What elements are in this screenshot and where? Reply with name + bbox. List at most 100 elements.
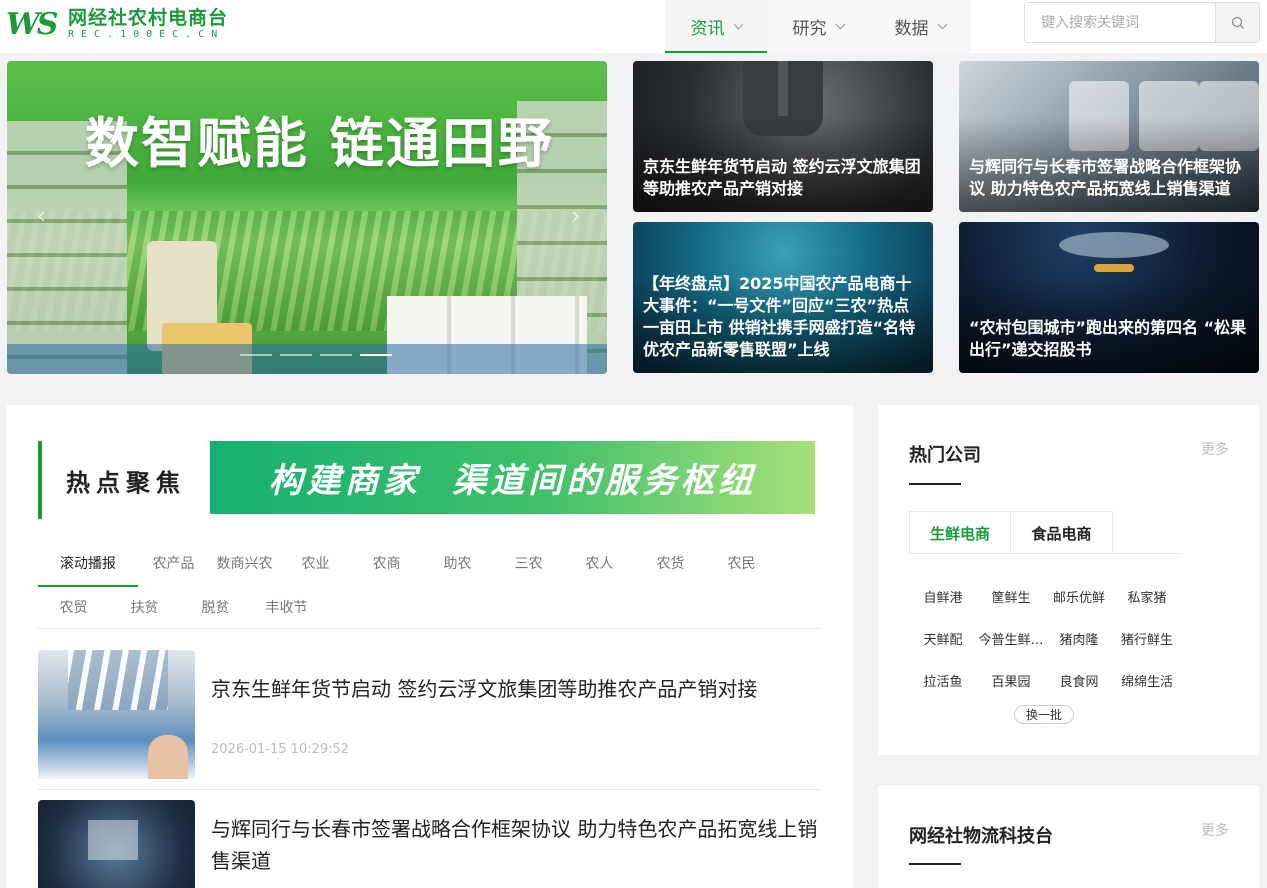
company-link[interactable]: 私家猪 [1113,575,1181,617]
feature-card[interactable]: 京东生鲜年货节启动 签约云浮文旅集团等助推农产品产销对接 [633,61,933,212]
nav-news[interactable]: 资讯 [665,0,767,53]
company-link[interactable]: 筐鲜生 [977,575,1045,617]
news-item[interactable]: 与辉同行与长春市签署战略合作框架协议 助力特色农产品拓宽线上销售渠道 [38,800,822,888]
company-link[interactable]: 良食网 [1045,659,1113,701]
company-tabs: 生鲜电商 食品电商 [909,511,1181,554]
feature-card-caption: 【年终盘点】2025中国农产品电商十大事件：“一号文件”回应“三农”热点 一亩田… [643,274,916,359]
carousel-dot[interactable] [240,354,272,356]
card-image [1094,264,1134,272]
tab-farmers[interactable]: 农民 [706,541,777,585]
hot-focus-banner[interactable]: 构建商家 渠道间的服务枢纽 [210,441,815,514]
tab-agriculture[interactable]: 农业 [280,541,351,585]
company-link[interactable]: 百果园 [977,659,1045,701]
thumbnail-image [88,820,138,860]
divider [38,789,822,790]
feature-card[interactable]: 【年终盘点】2025中国农产品电商十大事件：“一号文件”回应“三农”热点 一亩田… [633,222,933,373]
card-image [778,61,788,116]
company-link[interactable]: 天鲜配 [909,617,977,659]
carousel-dot[interactable] [280,354,312,356]
hot-focus-label: 热点聚焦 [38,441,210,519]
logistics-title: 网经社物流科技台 [909,826,1053,847]
tab-food-ecommerce[interactable]: 食品电商 [1011,511,1113,554]
news-title[interactable]: 与辉同行与长春市签署战略合作框架协议 助力特色农产品拓宽线上销售渠道 [211,813,822,877]
tab-three-rural[interactable]: 三农 [493,541,564,585]
hot-focus-panel: 热点聚焦 构建商家 渠道间的服务枢纽 滚动播报 农产品 数商兴农 农业 农商 助… [7,405,853,888]
title-underline [909,483,961,485]
thumbnail-image [68,650,168,710]
nav-research-label: 研究 [792,19,827,39]
company-list: 自鲜港 筐鲜生 邮乐优鲜 私家猪 天鲜配 今普生鲜… 猪肉隆 猪行鲜生 拉活鱼 … [909,575,1181,701]
main-nav: 资讯 研究 数据 [665,0,971,53]
tab-poverty-aid[interactable]: 扶贫 [109,585,180,629]
tab-agri-products[interactable]: 农产品 [138,541,209,585]
card-image [1059,232,1169,258]
logo-text: 网经社农村电商台 REC.100EC.CN [68,7,228,41]
tab-agri-trade[interactable]: 农贸 [38,585,109,629]
chevron-right-icon [568,211,578,221]
search-input[interactable] [1025,3,1215,42]
chevron-down-icon [835,19,845,30]
company-link[interactable]: 猪行鲜生 [1113,617,1181,659]
tab-poverty-exit[interactable]: 脱贫 [180,585,251,629]
tab-agri-goods[interactable]: 农货 [635,541,706,585]
search-icon [1231,16,1244,29]
logo-subtitle: REC.100EC.CN [68,29,225,40]
hot-focus-slogan: 构建商家 渠道间的服务枢纽 [268,461,757,501]
feature-card-caption: 京东生鲜年货节启动 签约云浮文旅集团等助推农产品产销对接 [643,157,921,198]
news-date: 2026-01-15 10:29:52 [211,742,350,757]
logistics-panel: 网经社物流科技台 更多 [878,786,1259,888]
chevron-down-icon [733,19,743,30]
banner-title: 数智赋能 链通田野 [85,112,554,175]
logistics-more-link[interactable]: 更多 [1201,820,1229,840]
carousel-next-button[interactable] [563,206,583,226]
site-logo[interactable]: WS 网经社农村电商台 REC.100EC.CN [6,2,246,46]
hot-focus-title: 热点聚焦 [66,468,186,497]
nav-data-label: 数据 [894,19,929,39]
company-link[interactable]: 今普生鲜… [977,617,1045,659]
feature-card[interactable]: 与辉同行与长春市签署战略合作框架协议 助力特色农产品拓宽线上销售渠道 [959,61,1259,212]
news-thumbnail[interactable] [38,800,195,888]
tab-fresh-ecommerce[interactable]: 生鲜电商 [909,511,1011,554]
nav-data[interactable]: 数据 [869,0,971,53]
category-tabs-row: 滚动播报 农产品 数商兴农 农业 农商 助农 三农 农人 农货 农民 [38,541,822,587]
search-box [1024,2,1260,43]
tab-farmers-people[interactable]: 农人 [564,541,635,585]
news-item[interactable]: 京东生鲜年货节启动 签约云浮文旅集团等助推农产品产销对接 2026-01-15 … [38,650,822,780]
carousel-dot-active[interactable] [360,354,392,356]
hero-carousel[interactable]: 数智赋能 链通田野 [7,61,607,374]
news-title[interactable]: 京东生鲜年货节启动 签约云浮文旅集团等助推农产品产销对接 [211,673,822,705]
tab-rolling[interactable]: 滚动播报 [38,541,138,587]
hot-companies-panel: 热门公司 更多 生鲜电商 食品电商 自鲜港 筐鲜生 邮乐优鲜 私家猪 天鲜配 今… [878,405,1259,755]
feature-card[interactable]: “农村包围城市”跑出来的第四名 “松果出行”递交招股书 [959,222,1259,373]
company-link[interactable]: 自鲜港 [909,575,977,617]
news-thumbnail[interactable] [38,650,195,779]
hot-companies-title: 热门公司 [909,445,981,466]
banner-floor-image [7,344,607,374]
nav-research[interactable]: 研究 [767,0,869,53]
hot-companies-more-link[interactable]: 更多 [1201,439,1229,459]
header: WS 网经社农村电商台 REC.100EC.CN 资讯 研究 数据 [0,0,1267,53]
nav-news-label: 资讯 [690,19,725,39]
category-tabs-row: 农贸 扶贫 脱贫 丰收节 [38,585,822,629]
hot-focus-header: 热点聚焦 构建商家 渠道间的服务枢纽 [38,441,815,519]
category-tabs: 滚动播报 农产品 数商兴农 农业 农商 助农 三农 农人 农货 农民 农贸 扶贫… [38,541,822,629]
carousel-indicators [240,354,392,356]
title-underline [909,863,961,865]
company-link[interactable]: 邮乐优鲜 [1045,575,1113,617]
tab-help-farmers[interactable]: 助农 [422,541,493,585]
tab-agri-commerce[interactable]: 农商 [351,541,422,585]
refresh-batch-button[interactable]: 换一批 [1014,705,1074,724]
thumbnail-image [148,735,188,779]
tab-digital-agri[interactable]: 数商兴农 [209,541,280,585]
company-link[interactable]: 拉活鱼 [909,659,977,701]
tab-harvest-festival[interactable]: 丰收节 [251,585,322,629]
carousel-prev-button[interactable] [33,206,53,226]
divider [38,628,822,629]
company-link[interactable]: 绵绵生活 [1113,659,1181,701]
logo-name: 网经社农村电商台 [68,7,229,29]
search-button[interactable] [1215,3,1259,42]
carousel-dot[interactable] [320,354,352,356]
company-link[interactable]: 猪肉隆 [1045,617,1113,659]
feature-card-caption: “农村包围城市”跑出来的第四名 “松果出行”递交招股书 [969,318,1247,359]
chevron-left-icon [38,211,48,221]
